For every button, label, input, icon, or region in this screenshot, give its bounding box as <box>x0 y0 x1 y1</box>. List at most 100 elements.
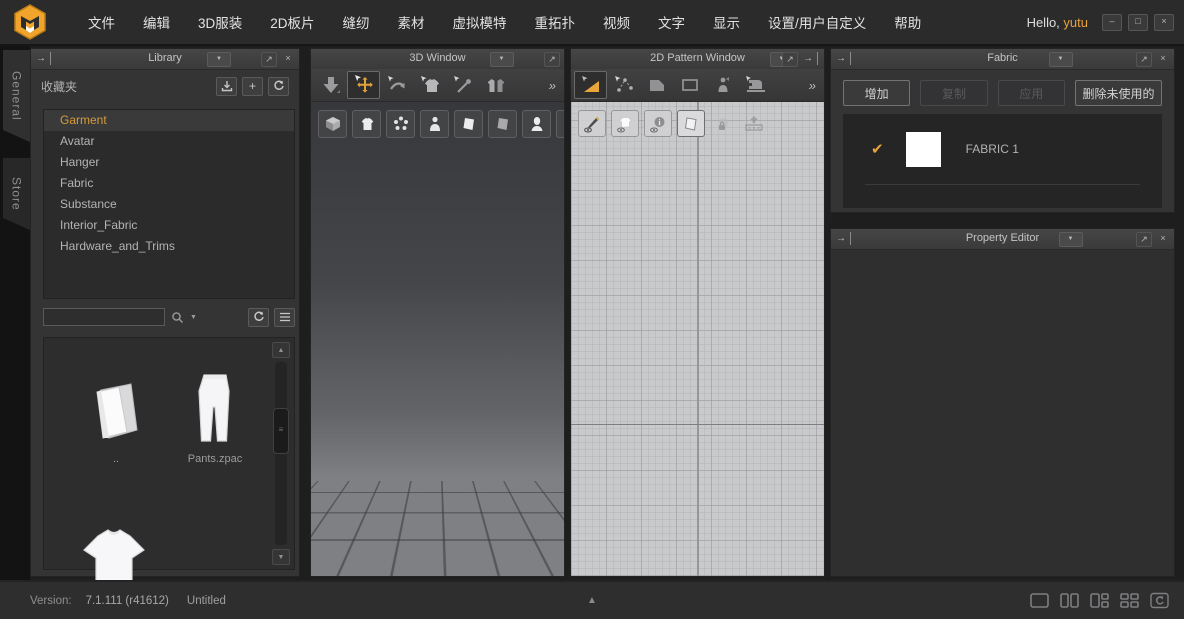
fabric-menu-dropdown[interactable]: ▼ <box>1049 52 1073 67</box>
collapse-arrow-icon[interactable]: → <box>836 52 851 65</box>
menu-settings[interactable]: 设置/用户自定义 <box>754 6 880 38</box>
float-panel-icon[interactable]: ↗ <box>782 52 798 67</box>
scroll-up-icon[interactable]: ▲ <box>272 342 290 358</box>
collapse-arrow-icon[interactable]: → <box>836 232 851 245</box>
create-polygon-tool[interactable] <box>640 71 673 99</box>
layout-reset-icon[interactable] <box>1149 592 1170 609</box>
toolbar-overflow-icon[interactable]: » <box>809 78 821 93</box>
close-button[interactable]: × <box>1154 14 1174 31</box>
view-mode-icon[interactable] <box>274 308 295 327</box>
create-rectangle-tool[interactable] <box>673 71 706 99</box>
fabric-check-icon[interactable]: ✔ <box>871 140 884 158</box>
show-garment-icon[interactable] <box>352 110 381 138</box>
layout-two-pane-icon[interactable] <box>1059 592 1080 609</box>
fabric-delete-unused-button[interactable]: 删除未使用的 <box>1075 80 1162 106</box>
folder-item-interior-fabric[interactable]: Interior_Fabric <box>44 215 294 236</box>
fabric-list-item[interactable]: ✔ FABRIC 1 <box>843 114 1162 184</box>
menu-text[interactable]: 文字 <box>644 6 699 38</box>
folder-item-hanger[interactable]: Hanger <box>44 152 294 173</box>
show-avatar-icon[interactable] <box>420 110 449 138</box>
close-panel-icon[interactable]: × <box>1156 232 1170 245</box>
username-link[interactable]: yutu <box>1063 15 1088 30</box>
scrollbar-thumb[interactable]: ≡ <box>273 408 289 454</box>
add-library-path-icon[interactable] <box>216 77 237 96</box>
maximize-button[interactable]: □ <box>1128 14 1148 31</box>
edit-pattern-tool[interactable] <box>607 71 640 99</box>
fabric-copy-button[interactable]: 复制 <box>920 80 987 106</box>
fabric-swatch[interactable] <box>906 132 941 167</box>
3d-window-menu-dropdown[interactable]: ▼ <box>490 52 514 67</box>
arrange-clothes-tool[interactable] <box>479 71 512 99</box>
statusbar-expand-icon[interactable]: ▲ <box>587 595 597 606</box>
menu-material[interactable]: 素材 <box>384 6 439 38</box>
refresh-favorites-icon[interactable] <box>268 77 289 96</box>
3d-viewport[interactable] <box>311 102 564 576</box>
show-wireframe-globe-icon[interactable] <box>556 110 564 138</box>
file-browser-scrollbar[interactable]: ▲ ≡ ▼ <box>272 342 290 565</box>
show-stitches-icon[interactable] <box>578 110 606 137</box>
search-options-caret-icon[interactable]: ▼ <box>190 314 197 321</box>
fabric-apply-button[interactable]: 应用 <box>998 80 1065 106</box>
gizmo-mode-tool[interactable] <box>314 71 347 99</box>
add-favorite-icon[interactable]: + <box>242 77 263 96</box>
folder-item-garment[interactable]: Garment <box>44 110 294 131</box>
layout-quad-icon[interactable] <box>1119 592 1140 609</box>
transform-pattern-tool[interactable] <box>574 71 607 99</box>
tab-store[interactable]: Store <box>3 158 30 230</box>
folder-item-avatar[interactable]: Avatar <box>44 131 294 152</box>
rotate-view-tool[interactable] <box>380 71 413 99</box>
sewing-machine-tool[interactable] <box>739 71 772 99</box>
file-item-parent-folder[interactable]: .. <box>72 380 160 465</box>
show-pattern-outline-icon[interactable] <box>677 110 705 137</box>
show-pattern-info-icon[interactable]: i <box>644 110 672 137</box>
menu-retopology[interactable]: 重拓扑 <box>521 6 590 38</box>
menu-sewing[interactable]: 缝纫 <box>329 6 384 38</box>
2d-viewport[interactable]: i <box>571 102 824 576</box>
menu-2d-pattern[interactable]: 2D板片 <box>256 6 328 38</box>
folder-item-substance[interactable]: Substance <box>44 194 294 215</box>
show-cloth-a-icon[interactable] <box>454 110 483 138</box>
show-avatar-silhouette-tool[interactable] <box>706 71 739 99</box>
menu-video[interactable]: 视频 <box>589 6 644 38</box>
select-move-tool[interactable] <box>347 71 380 99</box>
property-editor-header: → Property Editor ▼ ↗ × <box>831 229 1174 250</box>
collapse-arrow-icon[interactable]: → <box>803 52 818 65</box>
close-panel-icon[interactable]: × <box>1156 52 1170 65</box>
scroll-down-icon[interactable]: ▼ <box>272 549 290 565</box>
float-panel-icon[interactable]: ↗ <box>544 52 560 67</box>
float-panel-icon[interactable]: ↗ <box>1136 232 1152 247</box>
lock-garment-icon[interactable] <box>710 111 736 136</box>
minimize-button[interactable]: – <box>1102 14 1122 31</box>
menu-avatar[interactable]: 虚拟模特 <box>439 6 521 38</box>
layout-single-icon[interactable] <box>1029 592 1050 609</box>
folder-item-fabric[interactable]: Fabric <box>44 173 294 194</box>
show-gizmo-icon[interactable] <box>318 110 347 138</box>
search-icon[interactable] <box>171 311 184 324</box>
library-search-input[interactable] <box>43 308 165 326</box>
file-item-pants[interactable]: Pants.zpac <box>170 372 260 465</box>
close-panel-icon[interactable]: × <box>281 52 295 65</box>
folder-item-hardware-and-trims[interactable]: Hardware_and_Trims <box>44 236 294 257</box>
menu-file[interactable]: 文件 <box>74 6 129 38</box>
layout-mixed-icon[interactable] <box>1089 592 1110 609</box>
show-internal-lines-icon[interactable] <box>386 110 415 138</box>
menu-display[interactable]: 显示 <box>699 6 754 38</box>
menu-help[interactable]: 帮助 <box>880 6 935 38</box>
float-panel-icon[interactable]: ↗ <box>1136 52 1152 67</box>
select-garment-tool[interactable] <box>413 71 446 99</box>
tab-general[interactable]: General <box>3 50 30 142</box>
show-garment-thumbnail-icon[interactable] <box>611 110 639 137</box>
float-panel-icon[interactable]: ↗ <box>261 52 277 67</box>
library-menu-dropdown[interactable]: ▼ <box>207 52 231 67</box>
show-cloth-b-icon[interactable] <box>488 110 517 138</box>
collapse-arrow-icon[interactable]: → <box>36 52 51 65</box>
show-bust-icon[interactable] <box>522 110 551 138</box>
measure-board-icon[interactable] <box>741 111 767 136</box>
property-editor-menu-dropdown[interactable]: ▼ <box>1059 232 1083 247</box>
menu-3d-garment[interactable]: 3D服装 <box>184 6 256 38</box>
pin-tool[interactable] <box>446 71 479 99</box>
menu-edit[interactable]: 编辑 <box>129 6 184 38</box>
refresh-files-icon[interactable] <box>248 308 269 327</box>
fabric-add-button[interactable]: 增加 <box>843 80 910 106</box>
toolbar-overflow-icon[interactable]: » <box>549 78 561 93</box>
